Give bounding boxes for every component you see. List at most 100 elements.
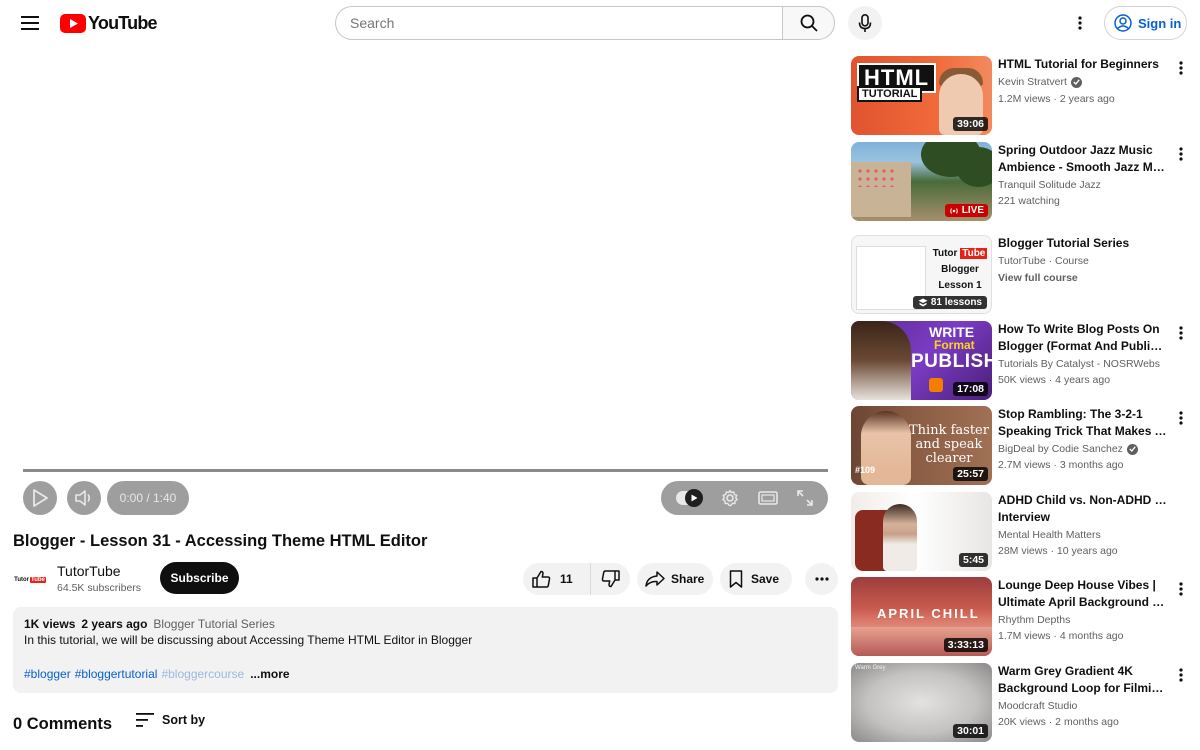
verified-icon: [1126, 443, 1138, 455]
recommendation-channel[interactable]: BigDeal by Codie Sanchez: [998, 443, 1138, 455]
recommendation-meta: 50K views · 4 years ago: [998, 374, 1111, 386]
hashtag-link[interactable]: #bloggertutorial: [75, 667, 158, 681]
hashtag-link[interactable]: #bloggercourse: [161, 667, 244, 681]
sign-in-button[interactable]: Sign in: [1104, 6, 1187, 40]
dislike-button[interactable]: [591, 563, 630, 595]
like-button[interactable]: 11: [523, 563, 591, 595]
search-button[interactable]: [782, 6, 835, 40]
more-vert-icon: [1179, 582, 1183, 596]
recommendation-title[interactable]: Blogger Tutorial Series: [998, 235, 1168, 252]
fullscreen-icon: [796, 490, 813, 506]
item-menu-button[interactable]: [1173, 665, 1189, 685]
item-menu-button[interactable]: [1173, 58, 1189, 78]
live-badge: LIVE: [944, 204, 988, 217]
recommendation-title[interactable]: Warm Grey Gradient 4K Background Loop for…: [998, 663, 1168, 697]
more-vert-icon: [1179, 411, 1183, 425]
item-menu-button[interactable]: [1173, 408, 1189, 428]
right-controls: [661, 481, 828, 515]
duration-badge: 39:06: [953, 117, 988, 131]
series-link[interactable]: Blogger Tutorial Series: [153, 617, 274, 631]
video-thumbnail[interactable]: WRITE Format PUBLISH 17:08: [851, 321, 992, 400]
recommendation-channel[interactable]: Tranquil Solitude Jazz: [998, 179, 1101, 191]
recommendation-meta: 1.2M views · 2 years ago: [998, 93, 1115, 105]
recommendation-channel[interactable]: TutorTube · Course: [998, 255, 1089, 267]
video-thumbnail[interactable]: APRIL CHILL 3:33:13: [851, 577, 992, 656]
like-count: 11: [560, 572, 573, 586]
video-thumbnail[interactable]: LIVE: [851, 142, 992, 221]
item-menu-button[interactable]: [1173, 323, 1189, 343]
recommendation-item[interactable]: LIVE Spring Outdoor Jazz Music Ambience -…: [851, 142, 1191, 222]
play-small-icon: [691, 494, 698, 502]
recommendation-channel[interactable]: Tutorials By Catalyst - NOSRWebs: [998, 358, 1160, 370]
description-box[interactable]: 1K views 2 years ago Blogger Tutorial Se…: [13, 607, 838, 693]
avatar-text-tube: Tube: [30, 577, 46, 583]
masthead: YouTube Sign in: [0, 0, 1200, 46]
show-more-link[interactable]: ...more: [250, 667, 289, 681]
item-menu-button[interactable]: [1173, 579, 1189, 599]
hashtag-link[interactable]: #blogger: [24, 667, 71, 681]
save-button[interactable]: Save: [720, 563, 792, 595]
thumbnail-text: Format: [934, 338, 975, 352]
channel-name[interactable]: TutorTube: [57, 563, 121, 579]
channel-avatar[interactable]: Tutor Tube: [13, 563, 47, 597]
duration-badge: 25:57: [953, 467, 988, 481]
upload-age: 2 years ago: [81, 617, 148, 631]
recommendation-item[interactable]: 5:45 ADHD Child vs. Non-ADHD Child Interv…: [851, 492, 1191, 572]
settings-button[interactable]: [721, 489, 739, 507]
recommendation-channel[interactable]: Kevin Stratvert: [998, 76, 1082, 88]
recommendation-item[interactable]: Warm Grey 30:01 Warm Grey Gradient 4K Bac…: [851, 663, 1191, 743]
sort-comments-button[interactable]: Sort by: [136, 713, 205, 727]
search-input[interactable]: [335, 6, 782, 40]
recommendation-item[interactable]: HTML TUTORIAL 39:06 HTML Tutorial for Be…: [851, 56, 1191, 136]
recommendation-title[interactable]: HTML Tutorial for Beginners: [998, 56, 1168, 73]
fullscreen-button[interactable]: [796, 490, 813, 506]
view-full-course-link[interactable]: View full course: [998, 272, 1078, 284]
logo-text: YouTube: [88, 13, 158, 33]
account-icon: [1114, 14, 1132, 32]
item-menu-button[interactable]: [1173, 144, 1189, 164]
like-dislike-group: 11: [523, 563, 630, 595]
play-button[interactable]: [23, 481, 57, 515]
video-thumbnail[interactable]: 5:45: [851, 492, 992, 571]
video-thumbnail[interactable]: HTML TUTORIAL 39:06: [851, 56, 992, 135]
duration-badge: 5:45: [958, 553, 988, 567]
theater-mode-button[interactable]: [758, 491, 778, 505]
more-actions-button[interactable]: [805, 563, 838, 595]
duration-badge: 3:33:13: [943, 638, 988, 652]
recommendation-title[interactable]: Lounge Deep House Vibes | Ultimate April …: [998, 577, 1168, 611]
recommendation-item[interactable]: Tutor Tube Blogger Lesson 1 81 lessons Blo…: [851, 235, 1191, 315]
recommendation-item[interactable]: Think faster and speak clearer #109 25:5…: [851, 406, 1191, 486]
recommendation-channel[interactable]: Mental Health Matters: [998, 529, 1101, 541]
autoplay-toggle[interactable]: [676, 489, 704, 507]
video-thumbnail[interactable]: Warm Grey 30:01: [851, 663, 992, 742]
share-label: Share: [671, 572, 705, 586]
menu-icon[interactable]: [14, 7, 46, 39]
youtube-logo[interactable]: YouTube: [60, 13, 158, 34]
share-button[interactable]: Share: [637, 563, 713, 595]
video-player[interactable]: 0:00 / 1:40: [13, 50, 838, 520]
voice-search-button[interactable]: [848, 6, 882, 40]
video-thumbnail[interactable]: Think faster and speak clearer #109 25:5…: [851, 406, 992, 485]
recommendation-channel[interactable]: Rhythm Depths: [998, 614, 1070, 626]
recommendation-title[interactable]: How To Write Blog Posts On Blogger (Forma…: [998, 321, 1168, 355]
settings-menu-button[interactable]: [1068, 11, 1092, 35]
description-meta: 1K views 2 years ago Blogger Tutorial Se…: [24, 617, 827, 631]
time-display: 0:00 / 1:40: [107, 481, 189, 515]
view-count: 1K views: [24, 617, 76, 631]
thumbnail-text: #109: [855, 465, 876, 475]
recommendation-item[interactable]: WRITE Format PUBLISH 17:08 How To Write …: [851, 321, 1191, 401]
progress-bar[interactable]: [23, 469, 828, 472]
more-vert-icon: [1078, 16, 1082, 30]
recommendation-channel[interactable]: Moodcraft Studio: [998, 700, 1077, 712]
recommendation-title[interactable]: Spring Outdoor Jazz Music Ambience - Smoo…: [998, 142, 1168, 176]
playlist-stack-icon: [918, 298, 928, 307]
bookmark-icon: [729, 570, 743, 588]
subscribe-button[interactable]: Subscribe: [160, 562, 239, 594]
recommendation-title[interactable]: Stop Rambling: The 3-2-1 Speaking Trick T…: [998, 406, 1168, 440]
recommendation-title[interactable]: ADHD Child vs. Non-ADHD Child Interview: [998, 492, 1168, 526]
more-vert-icon: [1179, 326, 1183, 340]
thumbs-up-icon: [532, 570, 551, 588]
recommendation-item[interactable]: APRIL CHILL 3:33:13 Lounge Deep House Vi…: [851, 577, 1191, 657]
course-thumbnail[interactable]: Tutor Tube Blogger Lesson 1 81 lessons: [851, 235, 992, 314]
volume-button[interactable]: [67, 481, 101, 515]
